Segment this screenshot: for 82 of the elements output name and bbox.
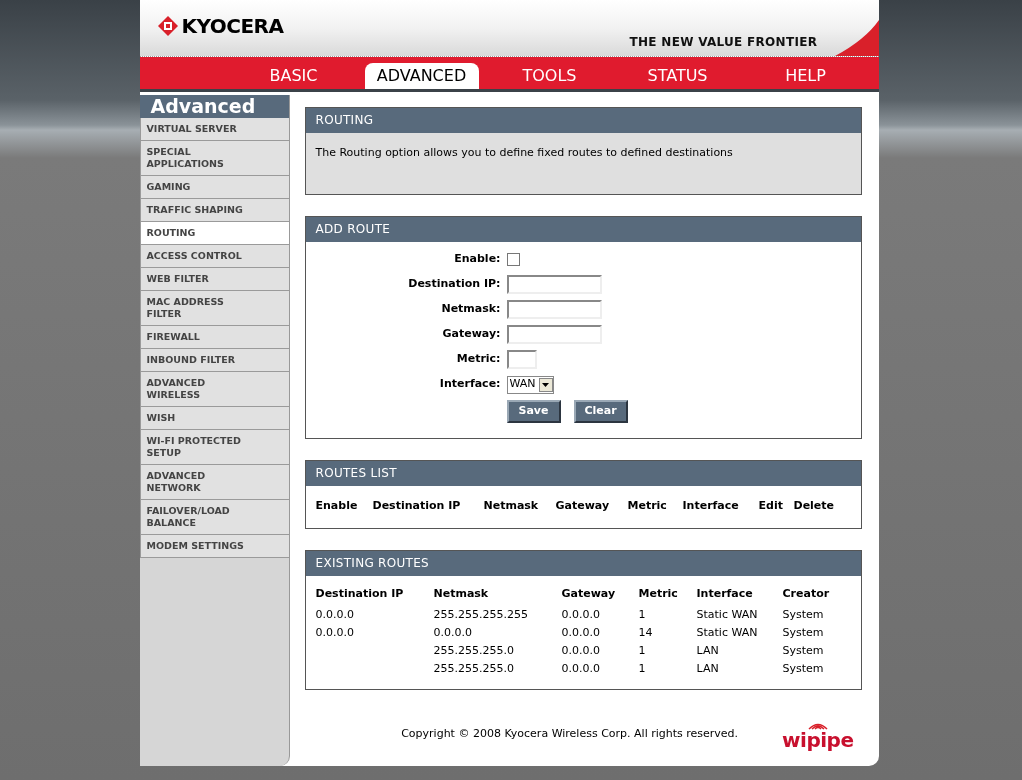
field-label: Netmask: [440,301,501,318]
column-header: Gateway [561,586,617,602]
nav-tab[interactable]: BASIC [236,63,351,89]
logo-icon [157,16,178,36]
table-cell-text: 255.255.255.0 [433,661,515,675]
column-header: Netmask [483,498,540,514]
sidebar-item[interactable]: FAILOVER/LOAD BALANCE [139,500,289,535]
section-header: EXISTING ROUTES [305,551,861,576]
brand-logo: KYOCERA [181,16,284,36]
sidebar-item[interactable]: VIRTUAL SERVER [139,118,289,141]
field-label: Metric: [455,351,501,368]
table-cell-text: System [782,643,825,657]
table-cell-text: LAN [696,643,720,657]
column-header: Delete [793,498,836,514]
sidebar-item[interactable]: ACCESS CONTROL [139,245,289,268]
column-header: Enable [315,498,359,514]
sidebar-item[interactable]: WEB FILTER [139,268,289,291]
copyright-text: Copyright © 2008 Kyocera Wireless Corp. All rights reserved. [401,726,739,743]
sidebar-item[interactable]: ADVANCED NETWORK [139,465,289,500]
table-cell-text: LAN [696,661,720,675]
sidebar-item[interactable]: SPECIAL APPLICATIONS [139,141,289,176]
sidebar-item[interactable]: ROUTING [139,222,289,245]
table-cell-text: 255.255.255.0 [433,643,515,657]
section-header: ADD ROUTE [305,217,861,242]
table-cell-text: 255.255.255.255 [433,607,529,621]
column-header: Gateway [555,498,611,514]
action-button[interactable]: Save [506,400,561,423]
table-cell-text: 1 [638,607,647,621]
table-cell-text: Static WAN [696,625,759,639]
nav-tab[interactable]: ADVANCED [364,63,479,89]
table-cell-text: System [782,607,825,621]
table-cell-text: 0.0.0.0 [561,661,601,675]
section-header: ROUTES LIST [305,461,861,486]
column-header: Destination IP [315,586,405,602]
sidebar-item[interactable]: GAMING [139,176,289,199]
table-cell-text: 0.0.0.0 [561,643,601,657]
action-button[interactable]: Clear [573,400,628,423]
field-label: Gateway: [441,326,501,343]
column-header: Creator [782,586,831,602]
tagline: THE NEW VALUE FRONTIER [629,36,818,48]
table-cell-text: 0.0.0.0 [561,607,601,621]
sidebar-item[interactable]: TRAFFIC SHAPING [139,199,289,222]
input-field[interactable] [506,275,602,294]
field-label: Enable: [453,251,501,268]
description-text: The Routing option allows you to define fixed routes to defined destinations [314,145,734,161]
sidebar-item[interactable]: MODEM SETTINGS [139,535,289,558]
column-header: Metric [638,586,679,602]
column-header: Metric [627,498,668,514]
column-header: Edit [758,498,784,514]
sidebar-item[interactable]: MAC ADDRESS FILTER [139,291,289,326]
interface-dropdown[interactable]: WAN [506,375,554,394]
input-field[interactable] [506,300,602,319]
sidebar-item[interactable]: ADVANCED WIRELESS [139,372,289,407]
table-cell-text: 0.0.0.0 [315,607,355,621]
sidebar-item[interactable]: WISH [139,407,289,430]
field-label: Destination IP: [407,276,501,293]
nav-tab[interactable]: TOOLS [492,63,607,89]
input-field[interactable] [506,350,537,369]
table-cell-text: System [782,661,825,675]
column-header: Interface [696,586,754,602]
table-cell-text: 0.0.0.0 [433,625,473,639]
nav-tab[interactable]: STATUS [620,63,735,89]
table-cell-text: 14 [638,625,654,639]
sidebar-title: Advanced [139,95,289,118]
column-header: Interface [682,498,740,514]
column-header: Destination IP [372,498,462,514]
input-field[interactable] [506,325,602,344]
sidebar-item[interactable]: FIREWALL [139,326,289,349]
section-header: ROUTING [305,108,861,133]
column-header: Netmask [433,586,490,602]
enable-checkbox[interactable] [506,253,520,266]
table-cell-text: 1 [638,643,647,657]
table-cell-text: Static WAN [696,607,759,621]
table-cell-text: System [782,625,825,639]
sidebar-item[interactable]: INBOUND FILTER [139,349,289,372]
field-label: Interface: [438,376,501,393]
table-cell-text: 0.0.0.0 [561,625,601,639]
sidebar-item[interactable]: WI-FI PROTECTED SETUP [139,430,289,465]
wipipe-logo: wipipe [782,719,854,750]
table-cell-text: 1 [638,661,647,675]
nav-tab[interactable]: HELP [748,63,863,89]
table-cell-text: 0.0.0.0 [315,625,355,639]
